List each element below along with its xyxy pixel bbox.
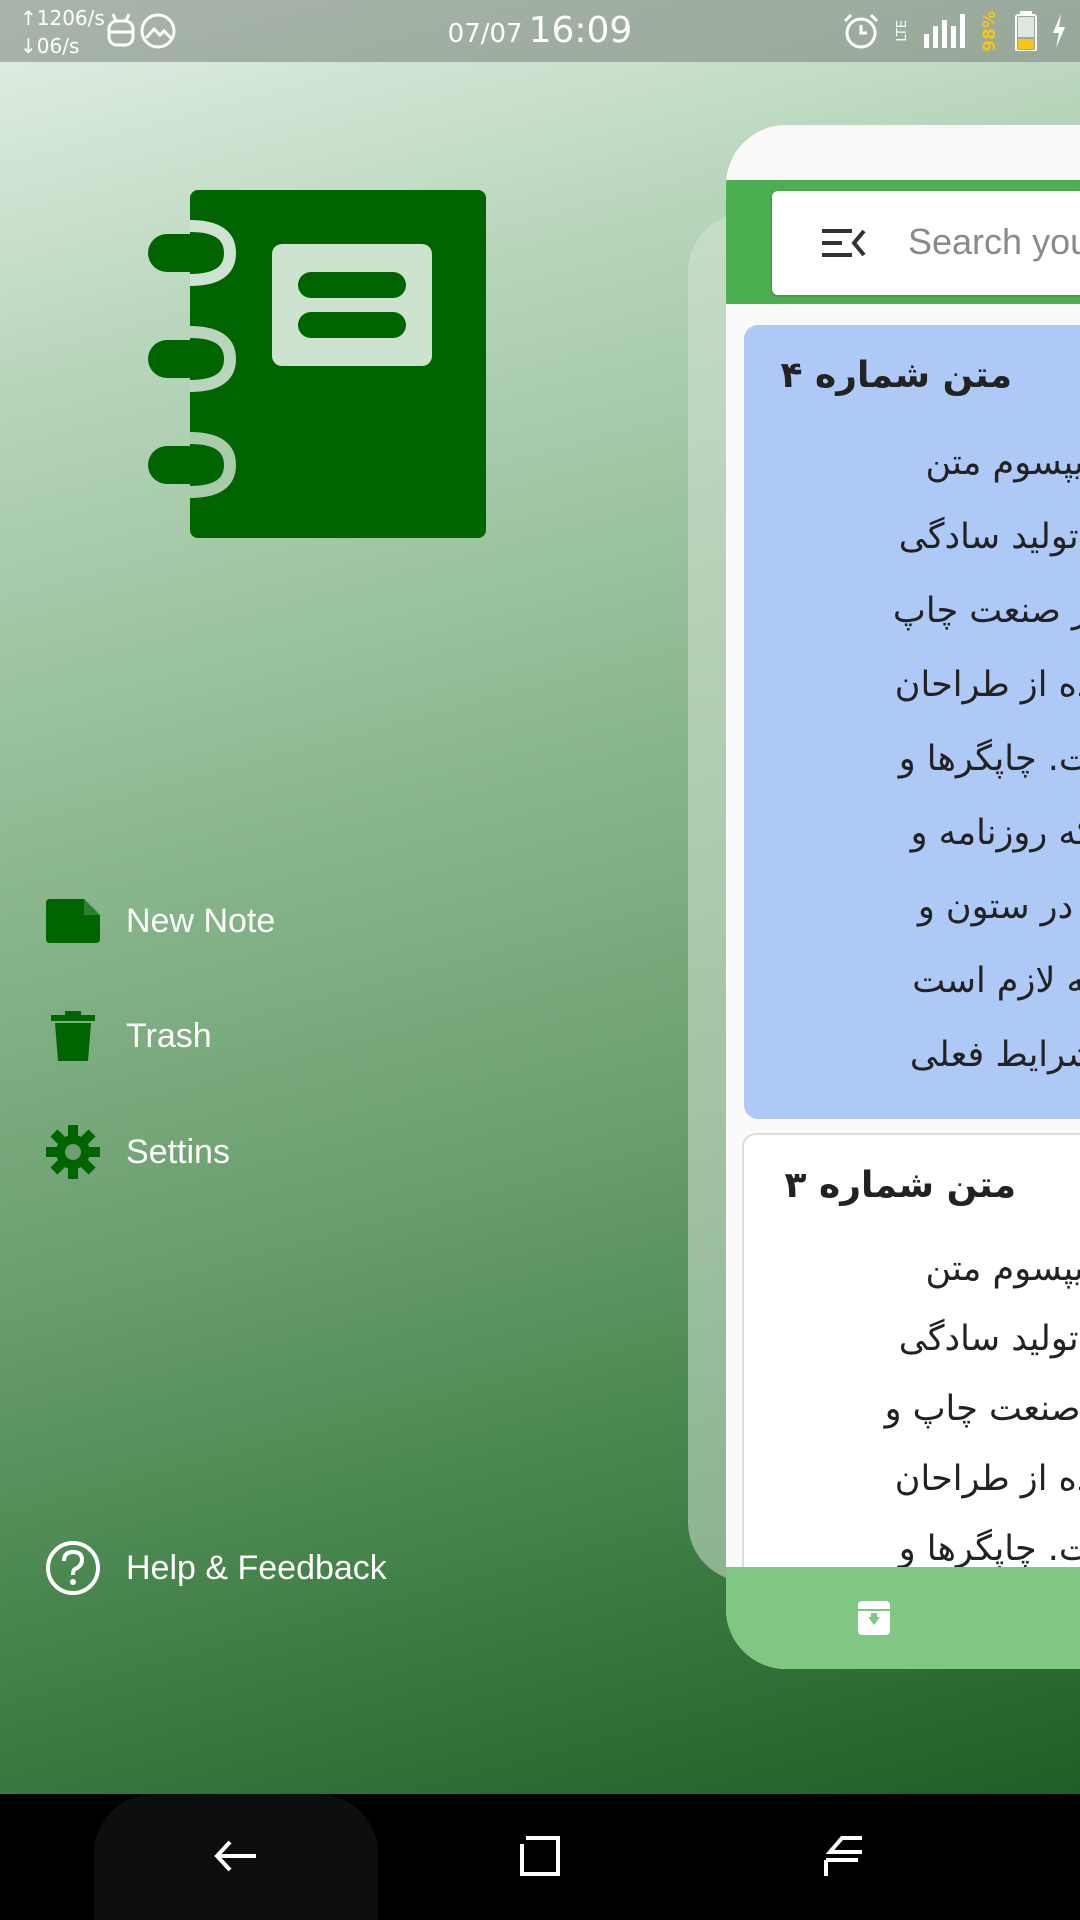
note-text-line: مفهوم از صنعت چاپ [892,591,1080,631]
help-icon [44,1539,102,1597]
bottom-bar [726,1567,1080,1669]
search-placeholder: Search you [908,221,1080,262]
app-preview[interactable]: Search you متن شماره ۴ لورم ایپسوم متن خ… [726,125,1080,1669]
menu-settings[interactable]: Settins [44,1122,230,1182]
battery-icon [1015,11,1037,51]
trash-icon [44,1007,102,1065]
archive-icon[interactable] [858,1601,890,1635]
note-text-line: فیک است. چاپگرها و [898,1529,1080,1569]
menu-new-note-label: New Note [126,901,276,940]
alarm-icon [843,13,879,49]
note-text-line: فهوم از صنعت چاپ و [884,1389,1080,1429]
note-text-line: و برای شرایط فعلی [909,1035,1080,1075]
note-icon [44,892,102,950]
status-bar: ↑1206/s ↓06/s 07/07 16:09 LTE 98% [0,0,1080,62]
note-text-line: ختگی با تولید سادگی [898,1319,1080,1359]
status-icons: LTE 98% [841,10,1066,52]
note-text-line: مجله در ستون و [917,887,1080,927]
note-title: متن شماره ۴ [780,355,1012,396]
note-text-line: با استفاده از طراحان [894,665,1080,705]
time: 16:09 [528,10,633,51]
note-text-line: فیک است. چاپگرها و [898,739,1080,779]
note-text-line: آنچنان که لازم است [912,961,1080,1001]
menu-help-feedback[interactable]: Help & Feedback [44,1538,387,1598]
menu-trash-label: Trash [126,1016,212,1055]
home-icon[interactable] [822,1834,866,1878]
network-type: LTE [895,20,910,42]
note-text-line: متون بلکه روزنامه و [910,813,1080,853]
charging-icon [1053,14,1065,48]
screen: ↑1206/s ↓06/s 07/07 16:09 LTE 98% New No… [0,0,1080,1794]
note-text-line: لورم ایپسوم متن [925,1249,1080,1289]
note-text-line: ختگی با تولید سادگی [898,517,1080,557]
help-feedback-label: Help & Feedback [126,1548,387,1587]
menu-trash[interactable]: Trash [44,1006,212,1066]
signal-icon [924,14,965,48]
date: 07/07 [447,19,523,49]
note-text-line: با استفاده از طراحان [894,1459,1080,1499]
note-card[interactable]: متن شماره ۴ لورم ایپسوم متن ختگی با تولی… [744,325,1080,1119]
gear-icon [44,1123,102,1181]
note-text-line: لورم ایپسوم متن [925,443,1080,483]
back-icon[interactable] [214,1834,258,1878]
menu-open-icon[interactable] [822,225,866,261]
menu-new-note[interactable]: New Note [44,891,275,951]
menu-settings-label: Settins [126,1132,230,1171]
notebook-icon [148,190,486,538]
search-bar[interactable]: Search you [772,191,1080,295]
navigation-bar [0,1794,1080,1920]
recents-icon[interactable] [518,1834,562,1878]
note-card[interactable]: متن شماره ۳ لورم ایپسوم متن ختگی با تولی… [742,1133,1080,1597]
note-title: متن شماره ۳ [784,1165,1016,1206]
battery-percent: 98% [980,10,1000,52]
